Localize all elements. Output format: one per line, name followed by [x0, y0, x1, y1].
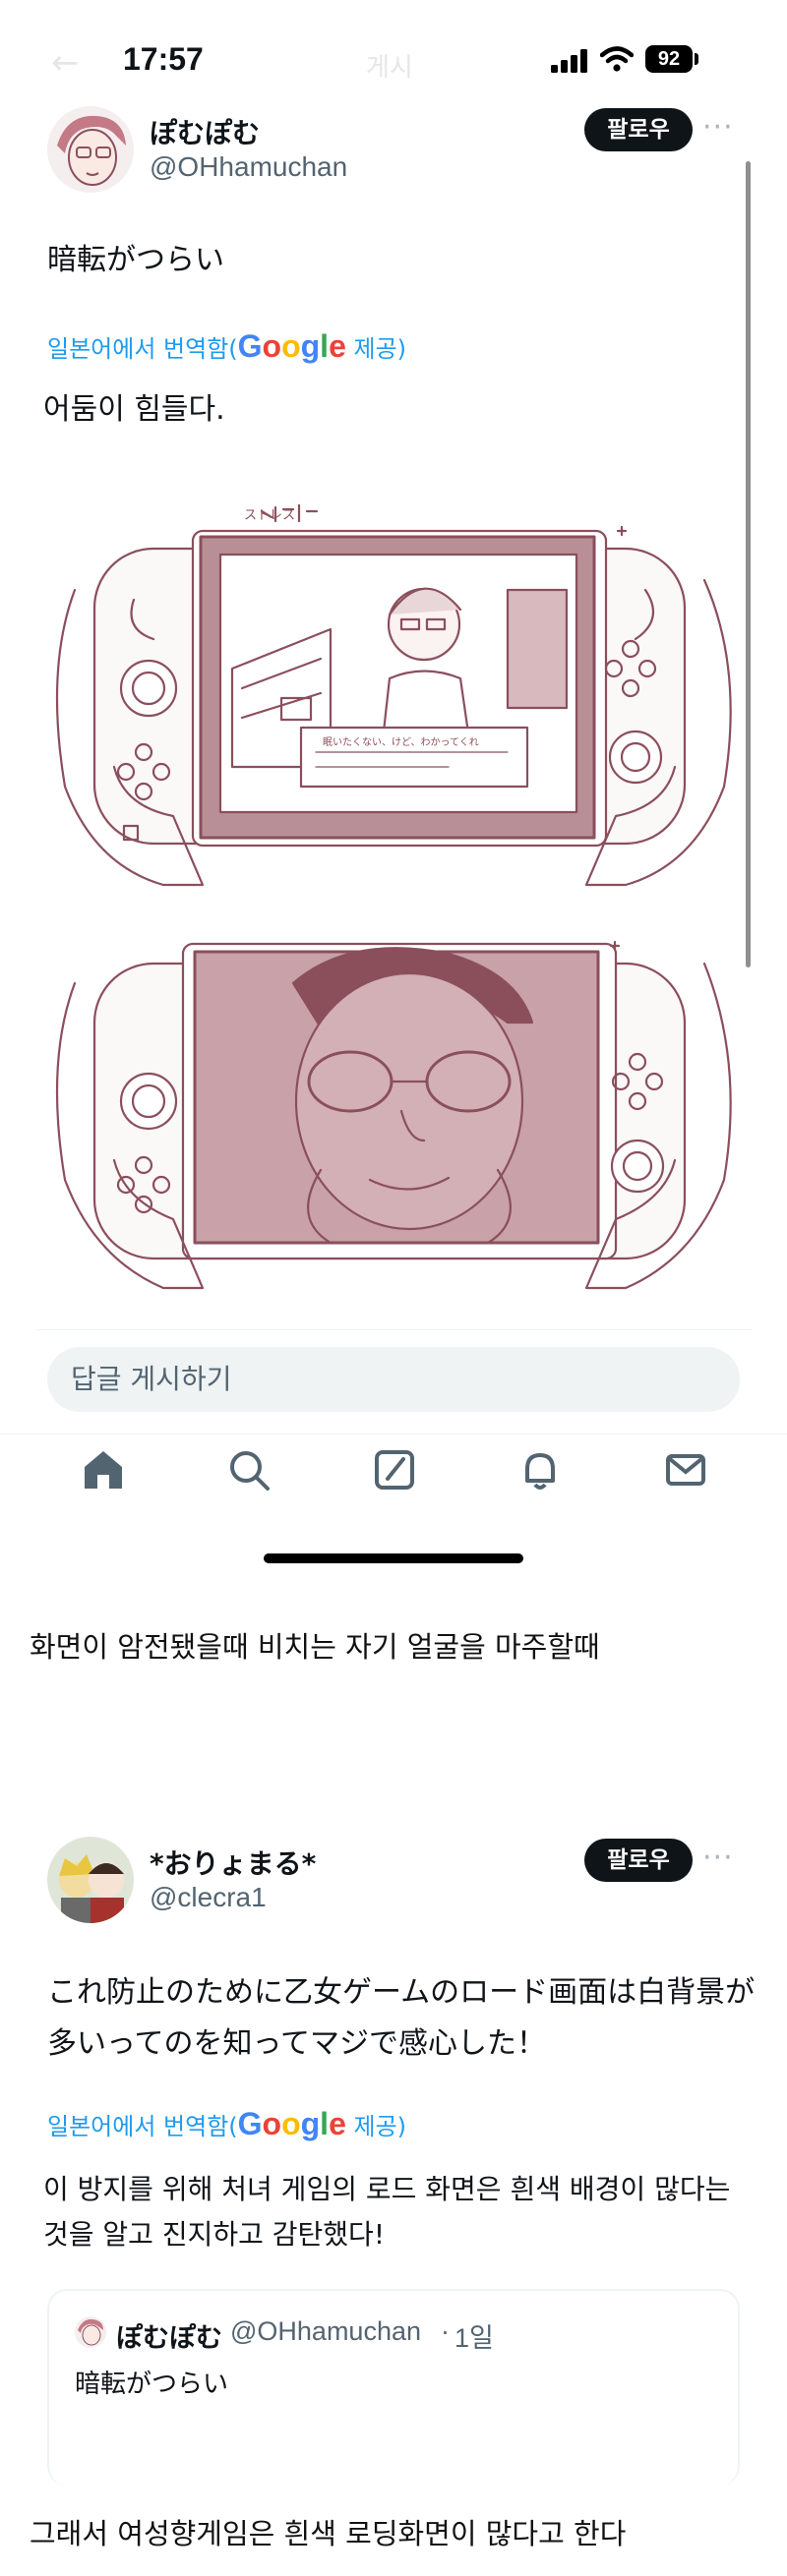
illustration-dialog: 眠いたくない、けど、わかってくれ	[323, 736, 479, 748]
messages-icon[interactable]	[663, 1447, 708, 1493]
translated-text-line: 이 방지를 위해 처녀 게임의 로드 화면은 흰색 배경이 많다는	[43, 2173, 731, 2205]
avatar-illustration	[47, 106, 134, 193]
status-time: 17:57	[123, 41, 204, 77]
handle[interactable]: @clecra1	[150, 1882, 267, 1913]
quoted-avatar-illustration	[75, 2316, 106, 2348]
home-icon[interactable]	[81, 1447, 126, 1493]
home-indicator	[264, 1553, 523, 1563]
display-name[interactable]: ぽむぽむ	[150, 112, 260, 151]
quoted-display-name: ぽむぽむ	[116, 2323, 222, 2354]
translation-attribution[interactable]: 일본어에서 번역함(Google 제공)	[47, 328, 406, 365]
translated-text-line: 것을 알고 진지하고 감탄했다!	[43, 2218, 386, 2251]
google-logo: Google	[237, 2106, 346, 2141]
avatar[interactable]	[47, 106, 134, 193]
more-options-icon[interactable]: ···	[702, 1841, 734, 1875]
display-name[interactable]: *おりょまる*	[150, 1843, 316, 1882]
back-arrow-icon[interactable]: ←	[51, 43, 80, 83]
wifi-icon	[600, 46, 634, 72]
caption: 화면이 암전됐을때 비치는 자기 얼굴을 마주할때	[30, 1630, 600, 1664]
handle[interactable]: @OHhamuchan	[150, 151, 347, 183]
translation-prefix: 일본어에서 번역함(	[47, 2113, 238, 2140]
caption: 그래서 여성향게임은 흰색 로딩화면이 많다고 한다	[30, 2517, 627, 2550]
tweet-text-line: 多いってのを知ってマジで感心した！	[47, 2026, 546, 2061]
tweet-text-line: これ防止のために乙女ゲームのロード画面は白背景が	[47, 1975, 756, 2010]
reply-input[interactable]: 답글 게시하기	[47, 1347, 740, 1412]
translation-suffix: 제공)	[345, 335, 407, 363]
avatar-figures	[47, 1837, 134, 1923]
follow-button[interactable]: 팔로우	[584, 108, 693, 151]
tweet-image[interactable]: ストレス 眠いたくない、けど、わかってくれ	[35, 472, 752, 1327]
translated-text: 어둠이 힘들다.	[43, 392, 225, 427]
battery-nub	[695, 53, 698, 65]
divider	[35, 1329, 752, 1330]
avatar[interactable]	[47, 1837, 134, 1923]
notifications-icon[interactable]	[517, 1447, 563, 1493]
quoted-text: 暗転がつらい	[75, 2370, 229, 2399]
translation-suffix: 제공)	[345, 2113, 407, 2140]
quoted-age: 1일	[454, 2323, 494, 2353]
screen-title-ghost: 게시	[366, 53, 413, 83]
illustration-caption: ストレス	[244, 508, 295, 523]
search-icon[interactable]	[226, 1447, 272, 1493]
compose-icon[interactable]	[372, 1447, 417, 1493]
battery-indicator: 92	[645, 45, 693, 73]
more-options-icon[interactable]: ···	[702, 110, 734, 145]
tweet-text: 暗転がつらい	[47, 243, 224, 277]
follow-button[interactable]: 팔로우	[584, 1839, 693, 1882]
quoted-avatar	[75, 2316, 106, 2348]
quoted-handle: @OHhamuchan	[230, 2316, 421, 2346]
quoted-separator: ·	[441, 2316, 450, 2346]
translation-prefix: 일본어에서 번역함(	[47, 335, 238, 363]
google-logo: Google	[237, 328, 346, 364]
cellular-signal-icon	[551, 49, 587, 73]
translation-attribution[interactable]: 일본어에서 번역함(Google 제공)	[47, 2106, 406, 2142]
